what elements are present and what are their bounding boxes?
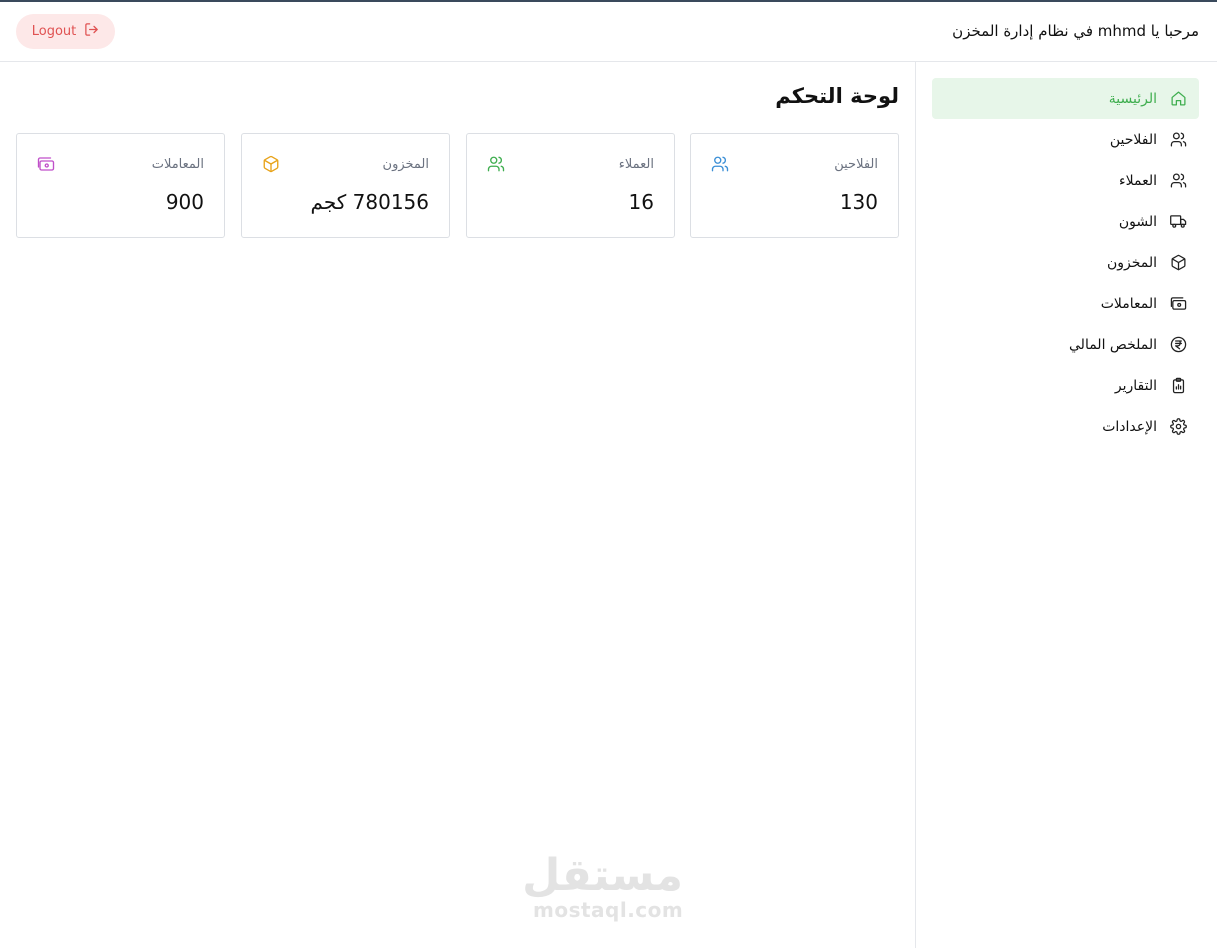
sidebar-item-label: الإعدادات [1102,418,1157,435]
home-icon [1169,90,1187,108]
logout-label: Logout [31,24,77,39]
stat-card-inventory[interactable]: المخزون 780156 كجم [241,133,450,238]
sidebar-item-inventory[interactable]: المخزون [932,242,1199,283]
page-title: لوحة التحكم [775,84,899,108]
watermark-latin: mostaql.com [533,898,684,922]
box-icon [262,155,280,173]
clipboard-chart-icon [1169,377,1187,395]
stat-card-farmers[interactable]: الفلاحين 130 [690,133,899,238]
sidebar-item-warehouses[interactable]: الشون [932,201,1199,242]
sidebar-item-label: العملاء [1119,172,1157,189]
stat-card-value: 130 [839,190,878,214]
watermark: مستقل mostaql.com [522,850,684,923]
stat-card-label: المخزون [382,157,429,172]
stat-card-clients[interactable]: العملاء 16 [466,133,675,238]
sidebar-item-transactions[interactable]: المعاملات [932,283,1199,324]
sidebar-item-home[interactable]: الرئيسية [932,78,1199,119]
stat-card-label: الفلاحين [834,157,878,172]
logout-button[interactable]: Logout [16,14,115,49]
sidebar-item-label: الشون [1118,213,1157,230]
logout-icon [84,22,99,41]
sidebar-divider [915,62,916,948]
watermark-arabic: مستقل [522,850,683,901]
box-icon [1169,254,1187,272]
users-icon [1169,172,1187,190]
sidebar-item-financial-summary[interactable]: الملخص المالي [932,324,1199,365]
gear-icon [1169,418,1187,436]
sidebar-item-label: المعاملات [1100,295,1157,312]
users-icon [711,155,729,173]
sidebar-item-label: الملخص المالي [1069,336,1157,353]
rupee-icon [1169,336,1187,354]
sidebar-item-label: التقارير [1114,377,1157,394]
wallet-icon [1169,295,1187,313]
sidebar-item-clients[interactable]: العملاء [932,160,1199,201]
sidebar-item-settings[interactable]: الإعدادات [932,406,1199,447]
welcome-message: مرحبا يا mhmd في نظام إدارة المخزن [952,22,1199,40]
truck-icon [1169,213,1187,231]
sidebar: الرئيسية الفلاحين العملاء الشون المخزون … [932,78,1199,447]
stat-card-value: 780156 كجم [310,190,429,214]
stat-card-label: المعاملات [151,157,204,172]
users-icon [487,155,505,173]
top-bar: مرحبا يا mhmd في نظام إدارة المخزن Logou… [0,2,1217,62]
sidebar-item-label: الرئيسية [1108,90,1157,107]
sidebar-item-label: الفلاحين [1109,131,1157,148]
wallet-icon [37,155,55,173]
sidebar-item-reports[interactable]: التقارير [932,365,1199,406]
stat-card-label: العملاء [618,157,654,172]
sidebar-item-label: المخزون [1106,254,1157,271]
users-icon [1169,131,1187,149]
stats-cards: الفلاحين 130 العملاء 16 المخزون 780156 ك… [16,133,899,238]
stat-card-value: 16 [628,190,654,214]
stat-card-value: 900 [165,190,204,214]
stat-card-transactions[interactable]: المعاملات 900 [16,133,225,238]
sidebar-item-farmers[interactable]: الفلاحين [932,119,1199,160]
